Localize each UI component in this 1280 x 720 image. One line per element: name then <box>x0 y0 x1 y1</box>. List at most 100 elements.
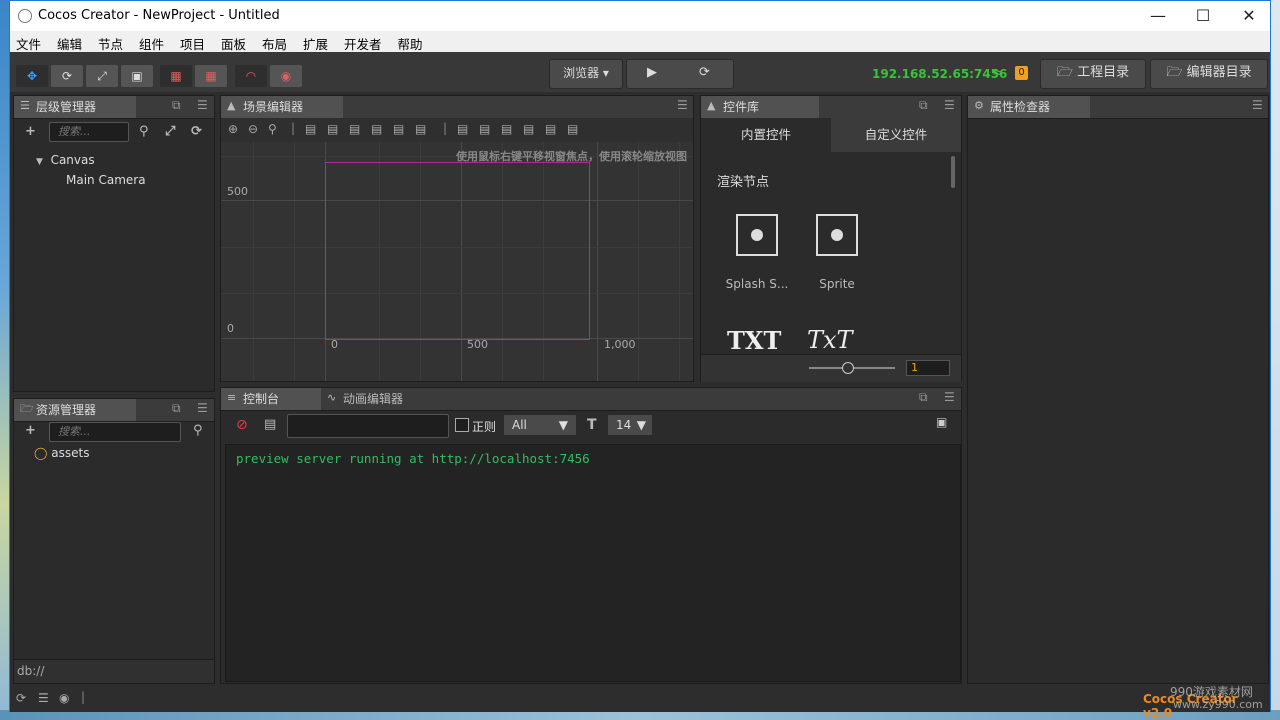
console-log-area[interactable]: preview server running at http://localho… <box>225 444 961 682</box>
label-widget-icon[interactable]: TXT <box>727 326 781 355</box>
tab-animation-editor[interactable]: ∿ 动画编辑器 <box>321 388 443 410</box>
minimize-button[interactable]: — <box>1135 1 1181 31</box>
splash-sprite-icon[interactable] <box>736 214 778 256</box>
align-bottom-icon[interactable]: ▤ <box>349 122 360 136</box>
move-tool-icon[interactable]: ✥ <box>16 65 48 87</box>
font-size-select[interactable]: 14 ▼ <box>607 414 653 436</box>
popout-icon[interactable]: ⧉ <box>919 98 928 113</box>
desktop-left-edge <box>0 0 9 720</box>
menu-help[interactable]: 帮助 <box>398 31 423 53</box>
popout-icon[interactable]: ⧉ <box>172 401 181 416</box>
widget-tabbar: ▲ 控件库 ⧉ ☰ <box>701 96 961 119</box>
maximize-button[interactable]: ☐ <box>1180 1 1226 31</box>
search-icon[interactable]: ⚲ <box>193 423 203 438</box>
distribute-top-icon[interactable]: ▤ <box>457 122 468 136</box>
zoom-value-input[interactable]: 1 <box>906 360 950 376</box>
hierarchy-search-input[interactable]: 搜索... <box>49 122 129 142</box>
local-coord-icon[interactable]: ▦ <box>160 65 192 87</box>
menu-icon[interactable]: ☰ <box>944 390 955 404</box>
add-asset-icon[interactable]: + <box>25 423 36 438</box>
richtext-widget-icon[interactable]: TxT <box>807 326 853 354</box>
distribute-bottom-icon[interactable]: ▤ <box>501 122 512 136</box>
menu-icon[interactable]: ☰ <box>197 98 208 112</box>
scale-tool-icon[interactable]: ⤢ <box>86 65 118 87</box>
asset-item-assets[interactable]: ◯ assets <box>34 446 89 460</box>
align-left-icon[interactable]: ▤ <box>371 122 382 136</box>
assets-search-input[interactable]: 搜索... <box>49 422 181 442</box>
section-render-nodes: 渲染节点 <box>717 175 770 190</box>
popout-icon[interactable]: ⧉ <box>919 390 928 405</box>
expand-icon[interactable]: ⤢ <box>165 124 175 139</box>
tab-builtin-widgets[interactable]: 内置控件 <box>701 118 831 152</box>
console-filter-input[interactable] <box>287 414 449 438</box>
preview-ip[interactable]: 192.168.52.65:7456 <box>872 67 1007 81</box>
global-coord-icon[interactable]: ▦ <box>195 65 227 87</box>
clear-log-icon[interactable]: ⊘ <box>236 417 248 433</box>
device-count-badge[interactable]: 0 <box>1015 66 1028 80</box>
tab-assets[interactable]: 🗁 资源管理器 <box>14 399 136 421</box>
collapse-icon[interactable]: ▣ <box>936 415 947 429</box>
play-icon[interactable]: ▶ <box>647 60 657 86</box>
menu-icon[interactable]: ☰ <box>197 401 208 415</box>
search-icon[interactable]: ⚲ <box>139 124 149 139</box>
preview-platform-select[interactable]: 浏览器 ▾ <box>549 59 623 89</box>
align-right-icon[interactable]: ▤ <box>415 122 426 136</box>
menu-file[interactable]: 文件 <box>16 31 41 53</box>
database-icon[interactable]: ☰ <box>38 691 49 705</box>
close-button[interactable]: ✕ <box>1226 1 1272 31</box>
regex-checkbox[interactable] <box>455 418 469 432</box>
tab-scene[interactable]: ▲ 场景编辑器 <box>221 96 343 118</box>
tab-inspector[interactable]: ⚙ 属性检查器 <box>968 96 1090 118</box>
align-hcenter-icon[interactable]: ▤ <box>393 122 404 136</box>
distribute-hcenter-icon[interactable]: ▤ <box>545 122 556 136</box>
sync-icon[interactable]: ⟳ <box>16 691 26 705</box>
mountain-icon: ▲ <box>227 99 236 112</box>
menu-node[interactable]: 节点 <box>98 31 123 53</box>
widget-scrollbar[interactable] <box>951 156 955 188</box>
open-log-icon[interactable]: ▤ <box>264 417 276 432</box>
zoom-reset-icon[interactable]: ⚲ <box>268 122 277 136</box>
app-window: Cocos Creator - NewProject - Untitled — … <box>9 0 1272 720</box>
eye-icon[interactable]: ◉ <box>59 691 69 705</box>
font-size-value: 14 <box>616 418 632 432</box>
menu-component[interactable]: 组件 <box>139 31 164 53</box>
menu-panel[interactable]: 面板 <box>221 31 246 53</box>
pivot-icon[interactable]: ◠ <box>235 65 267 87</box>
editor-dir-label: 编辑器目录 <box>1186 65 1252 80</box>
add-node-icon[interactable]: + <box>25 124 36 139</box>
menu-icon[interactable]: ☰ <box>944 98 955 112</box>
center-icon[interactable]: ◉ <box>270 65 302 87</box>
tree-node-canvas[interactable]: ▼ Canvas <box>36 153 95 167</box>
x-axis-label: 1,000 <box>604 338 636 351</box>
zoom-in-icon[interactable]: ⊕ <box>228 122 238 136</box>
distribute-right-icon[interactable]: ▤ <box>567 122 578 136</box>
refresh-icon[interactable]: ⟳ <box>699 60 710 86</box>
menu-icon[interactable]: ☰ <box>677 98 688 112</box>
refresh-icon[interactable]: ⟳ <box>191 124 202 139</box>
menu-icon[interactable]: ☰ <box>1252 98 1263 112</box>
tab-hierarchy[interactable]: ☰ 层级管理器 <box>14 96 136 118</box>
scene-viewport[interactable]: 使用鼠标右键平移视窗焦点，使用滚轮缩放视图 500 0 0 500 1,000 <box>221 142 693 381</box>
distribute-vcenter-icon[interactable]: ▤ <box>479 122 490 136</box>
rect-tool-icon[interactable]: ▣ <box>121 65 153 87</box>
menu-developer[interactable]: 开发者 <box>344 31 382 53</box>
menu-edit[interactable]: 编辑 <box>57 31 82 53</box>
sprite-icon[interactable] <box>816 214 858 256</box>
align-top-icon[interactable]: ▤ <box>305 122 316 136</box>
tree-node-main-camera[interactable]: Main Camera <box>66 173 146 187</box>
rotate-tool-icon[interactable]: ⟳ <box>51 65 83 87</box>
zoom-out-icon[interactable]: ⊖ <box>248 122 258 136</box>
popout-icon[interactable]: ⧉ <box>172 98 181 113</box>
zoom-slider-handle[interactable] <box>842 362 854 374</box>
project-dir-button[interactable]: 🗁 工程目录 <box>1040 59 1146 89</box>
align-vcenter-icon[interactable]: ▤ <box>327 122 338 136</box>
distribute-left-icon[interactable]: ▤ <box>523 122 534 136</box>
log-level-select[interactable]: All ▼ <box>503 414 577 436</box>
menu-extension[interactable]: 扩展 <box>303 31 328 53</box>
tab-custom-widgets[interactable]: 自定义控件 <box>831 118 961 152</box>
menu-layout[interactable]: 布局 <box>262 31 287 53</box>
menu-project[interactable]: 项目 <box>180 31 205 53</box>
editor-dir-button[interactable]: 🗁 编辑器目录 <box>1150 59 1268 89</box>
tab-widgets[interactable]: ▲ 控件库 <box>701 96 819 118</box>
tab-widgets-label: 控件库 <box>723 100 760 114</box>
